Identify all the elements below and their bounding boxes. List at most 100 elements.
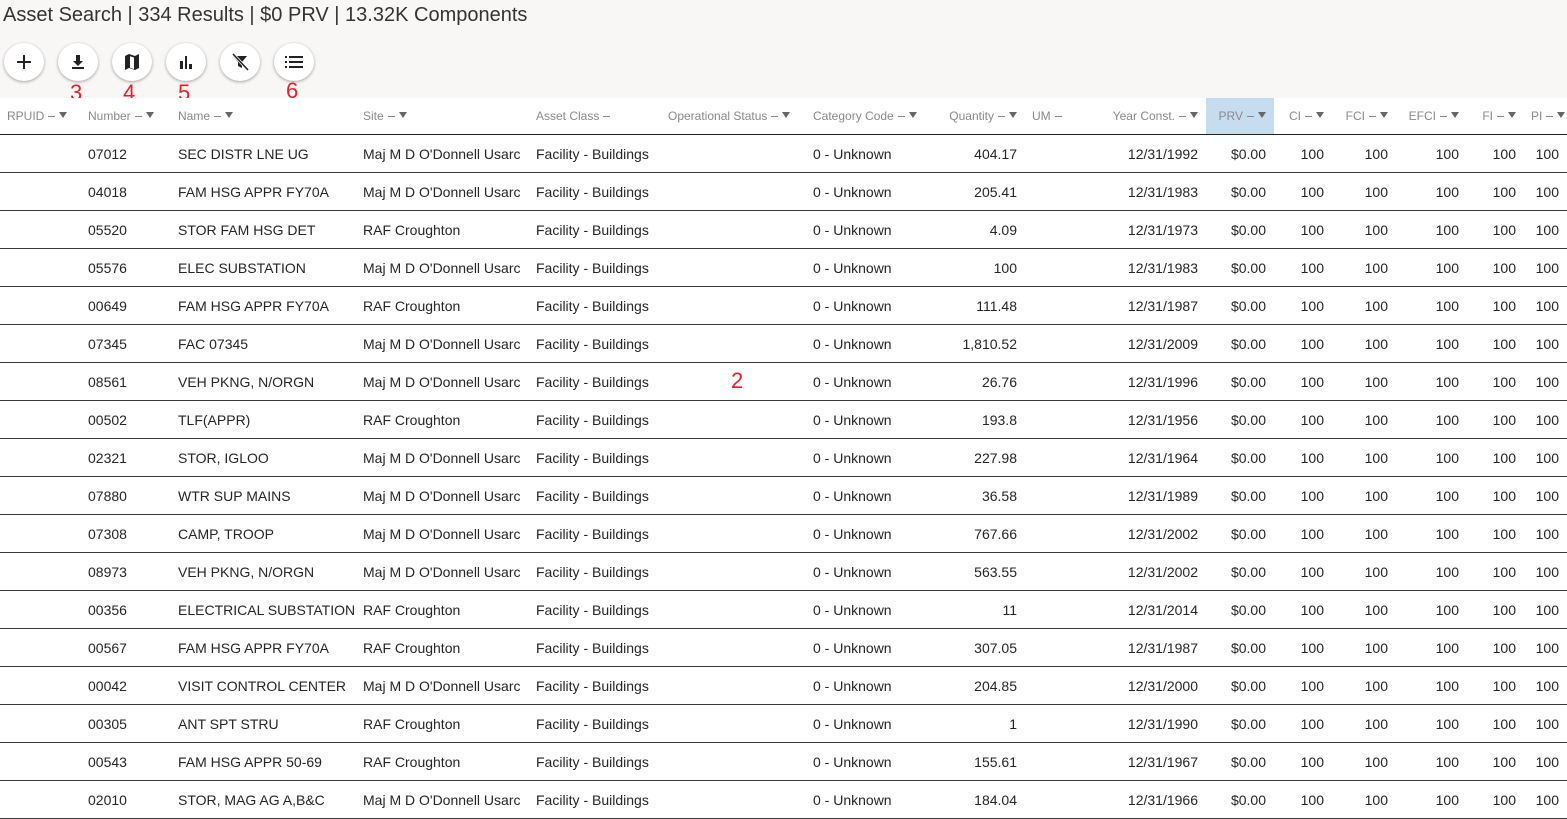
list-button[interactable] <box>274 43 314 81</box>
cell-name: ELECTRICAL SUBSTATION <box>171 590 356 629</box>
column-header-fi[interactable]: FI <box>1467 98 1524 135</box>
column-header-asset_class[interactable]: Asset Class <box>529 98 661 135</box>
sort-icon[interactable] <box>771 116 779 118</box>
column-header-label: EFCI <box>1408 109 1436 123</box>
add-button[interactable] <box>4 43 44 81</box>
column-header-year[interactable]: Year Const. <box>1071 98 1206 135</box>
download-button[interactable] <box>58 43 98 81</box>
cell-prv: $0.00 <box>1206 742 1274 781</box>
table-row[interactable]: 08561 VEH PKNG, N/ORGN Maj M D O'Donnell U… <box>0 362 1567 401</box>
cell-quantity: 563.55 <box>926 552 1025 591</box>
table-row[interactable]: 00356 ELECTRICAL SUBSTATION RAF Croughton F… <box>0 590 1567 629</box>
sort-icon[interactable] <box>387 116 395 118</box>
map-button[interactable] <box>112 43 152 81</box>
filter-icon[interactable] <box>1009 111 1017 118</box>
table-row[interactable]: 07308 CAMP, TROOP Maj M D O'Donnell Usarc F… <box>0 514 1567 553</box>
clear-filter-button[interactable] <box>220 43 260 81</box>
filter-icon[interactable] <box>59 111 68 118</box>
sort-icon[interactable] <box>897 116 905 118</box>
sort-icon[interactable] <box>1054 116 1062 118</box>
filter-icon[interactable] <box>225 111 234 118</box>
table-row[interactable]: 00305 ANT SPT STRU RAF Croughton Facility -… <box>0 704 1567 743</box>
cell-number: 02321 <box>81 438 171 477</box>
table-row[interactable]: 05576 ELEC SUBSTATION Maj M D O'Donnell Us… <box>0 248 1567 287</box>
sort-icon[interactable] <box>1546 116 1554 118</box>
filter-icon[interactable] <box>908 111 917 118</box>
column-header-category[interactable]: Category Code <box>806 98 926 135</box>
cell-name: FAM HSG APPR 50-69 <box>171 742 356 781</box>
column-header-ci[interactable]: CI <box>1274 98 1332 135</box>
column-header-label: Quantity <box>949 109 994 123</box>
column-header-op_status[interactable]: Operational Status <box>661 98 806 135</box>
column-header-pi[interactable]: PI <box>1524 98 1567 135</box>
table-row[interactable]: 07345 FAC 07345 Maj M D O'Donnell Usarc Fac… <box>0 324 1567 363</box>
cell-op_status <box>661 514 806 553</box>
cell-asset_class: Facility - Buildings <box>529 172 661 211</box>
cell-prv: $0.00 <box>1206 780 1274 819</box>
cell-quantity: 36.58 <box>926 476 1025 515</box>
column-header-number[interactable]: Number <box>81 98 171 135</box>
sort-icon[interactable] <box>134 116 142 118</box>
sort-icon[interactable] <box>1305 116 1312 118</box>
table-row[interactable]: 08973 VEH PKNG, N/ORGN Maj M D O'Donnell U… <box>0 552 1567 591</box>
cell-rpuid <box>0 248 81 287</box>
filter-icon[interactable] <box>398 111 407 118</box>
column-header-um[interactable]: UM <box>1025 98 1071 135</box>
table-row[interactable]: 05520 STOR FAM HSG DET RAF Croughton Facili… <box>0 210 1567 249</box>
sort-icon[interactable] <box>1369 116 1376 118</box>
cell-asset_class: Facility - Buildings <box>529 476 661 515</box>
column-header-label: Site <box>363 109 384 123</box>
sort-icon[interactable] <box>214 116 222 118</box>
column-header-site[interactable]: Site <box>356 98 529 135</box>
column-header-name[interactable]: Name <box>171 98 356 135</box>
column-header-label: RPUID <box>7 109 45 123</box>
table-row[interactable]: 00042 VISIT CONTROL CENTER Maj M D O'Donne… <box>0 666 1567 705</box>
cell-um <box>1025 324 1071 363</box>
chart-button[interactable] <box>166 43 206 81</box>
filter-icon[interactable] <box>782 111 791 118</box>
cell-ci: 100 <box>1274 476 1332 515</box>
table-row[interactable]: 00543 FAM HSG APPR 50-69 RAF Croughton Faci… <box>0 742 1567 781</box>
sort-icon[interactable] <box>48 116 56 118</box>
sort-icon[interactable] <box>1247 116 1254 118</box>
column-header-prv[interactable]: PRV <box>1206 98 1274 135</box>
cell-fci: 100 <box>1332 134 1396 173</box>
cell-ci: 100 <box>1274 514 1332 553</box>
filter-icon[interactable] <box>1258 111 1266 118</box>
cell-ci: 100 <box>1274 286 1332 325</box>
filter-icon[interactable] <box>1508 111 1516 118</box>
cell-op_status <box>661 400 806 439</box>
list-icon <box>285 56 303 68</box>
sort-icon[interactable] <box>998 116 1005 118</box>
table-row[interactable]: 07880 WTR SUP MAINS Maj M D O'Donnell Usar… <box>0 476 1567 515</box>
cell-category: 0 - Unknown <box>806 628 926 667</box>
column-header-fci[interactable]: FCI <box>1332 98 1396 135</box>
filter-icon[interactable] <box>145 111 154 118</box>
sort-icon[interactable] <box>603 116 611 118</box>
table-row[interactable]: 00567 FAM HSG APPR FY70A RAF Croughton Faci… <box>0 628 1567 667</box>
cell-number: 00502 <box>81 400 171 439</box>
filter-icon[interactable] <box>1557 111 1566 118</box>
cell-asset_class: Facility - Buildings <box>529 590 661 629</box>
table-row[interactable]: 02321 STOR, IGLOO Maj M D O'Donnell Usarc F… <box>0 438 1567 477</box>
cell-site: RAF Croughton <box>356 742 529 781</box>
column-header-quantity[interactable]: Quantity <box>926 98 1025 135</box>
cell-fi: 100 <box>1467 666 1524 705</box>
table-row[interactable]: 04018 FAM HSG APPR FY70A Maj M D O'Donnell… <box>0 172 1567 211</box>
table-row[interactable]: 00502 TLF(APPR) RAF Croughton Facility - Bu… <box>0 400 1567 439</box>
column-header-rpuid[interactable]: RPUID <box>0 98 81 135</box>
table-row[interactable]: 07012 SEC DISTR LNE UG Maj M D O'Donnell U… <box>0 134 1567 173</box>
filter-icon[interactable] <box>1451 111 1459 118</box>
cell-pi: 100 <box>1524 666 1567 705</box>
sort-icon[interactable] <box>1440 116 1447 118</box>
column-header-efci[interactable]: EFCI <box>1396 98 1467 135</box>
table-row[interactable]: 02010 STOR, MAG AG A,B&C Maj M D O'Donnell… <box>0 780 1567 819</box>
filter-icon[interactable] <box>1380 111 1388 118</box>
cell-quantity: 307.05 <box>926 628 1025 667</box>
table-row[interactable]: 00649 FAM HSG APPR FY70A RAF Croughton Faci… <box>0 286 1567 325</box>
plus-icon <box>17 55 31 69</box>
filter-icon[interactable] <box>1316 111 1324 118</box>
sort-icon[interactable] <box>1179 116 1186 118</box>
filter-icon[interactable] <box>1190 111 1198 118</box>
sort-icon[interactable] <box>1497 116 1504 118</box>
